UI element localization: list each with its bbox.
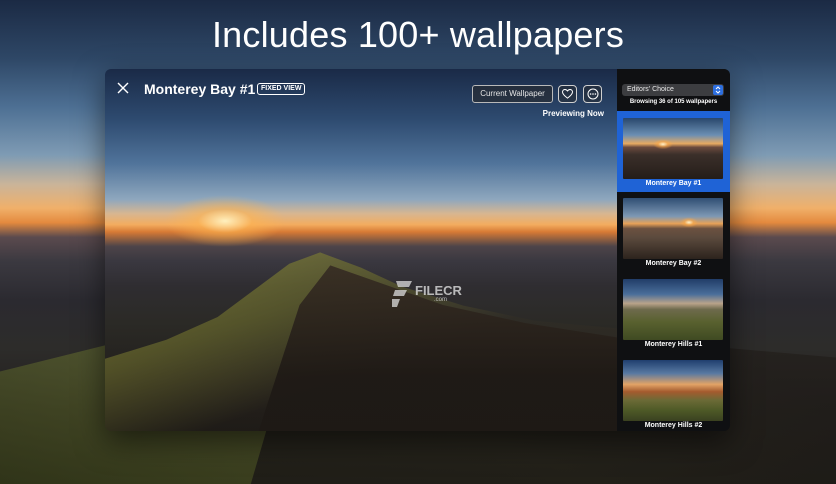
favorite-button[interactable]	[558, 85, 577, 103]
close-icon	[117, 82, 129, 94]
collection-dropdown-value: Editors' Choice	[627, 86, 674, 93]
wallpaper-sidebar: Editors' Choice Browsing 36 of 105 wallp…	[617, 69, 730, 431]
watermark-text: FILECR	[415, 283, 462, 298]
wallpaper-item-label: Monterey Bay #2	[645, 260, 702, 267]
more-button[interactable]	[583, 85, 602, 103]
wallpaper-item-label: Monterey Hills #2	[644, 422, 703, 429]
browsing-count: Browsing 36 of 105 wallpapers	[629, 99, 718, 105]
wallpaper-thumbnail	[623, 118, 723, 179]
wallpaper-item-label: Monterey Hills #1	[644, 341, 703, 348]
app-window: Monterey Bay #1 FIXED VIEW Current Wallp…	[105, 69, 730, 431]
close-button[interactable]	[115, 80, 131, 96]
collection-dropdown[interactable]: Editors' Choice	[622, 84, 724, 96]
ellipsis-icon	[587, 88, 598, 100]
wallpaper-item-label: Monterey Bay #1	[645, 180, 702, 187]
wallpaper-thumbnail	[623, 198, 723, 259]
wallpaper-thumbnail	[623, 360, 723, 421]
filecr-logo-icon	[392, 281, 412, 307]
current-wallpaper-button[interactable]: Current Wallpaper	[472, 85, 553, 103]
wallpaper-item-monterey-hills-2[interactable]: Monterey Hills #2	[617, 353, 730, 431]
window-header: Monterey Bay #1 FIXED VIEW Current Wallp…	[105, 69, 617, 109]
watermark: FILECR .com	[392, 281, 462, 307]
wallpaper-item-monterey-bay-1[interactable]: Monterey Bay #1	[617, 111, 730, 192]
chevron-updown-icon	[713, 85, 723, 95]
heart-icon	[562, 89, 573, 99]
wallpaper-title: Monterey Bay #1	[144, 81, 256, 97]
headline: Includes 100+ wallpapers	[211, 14, 625, 55]
wallpaper-item-monterey-hills-1[interactable]: Monterey Hills #1	[617, 272, 730, 353]
wallpaper-item-monterey-bay-2[interactable]: Monterey Bay #2	[617, 191, 730, 272]
fixed-view-badge: FIXED VIEW	[257, 83, 306, 95]
wallpaper-thumbnail	[623, 279, 723, 340]
previewing-now-label: Previewing Now	[542, 109, 604, 118]
